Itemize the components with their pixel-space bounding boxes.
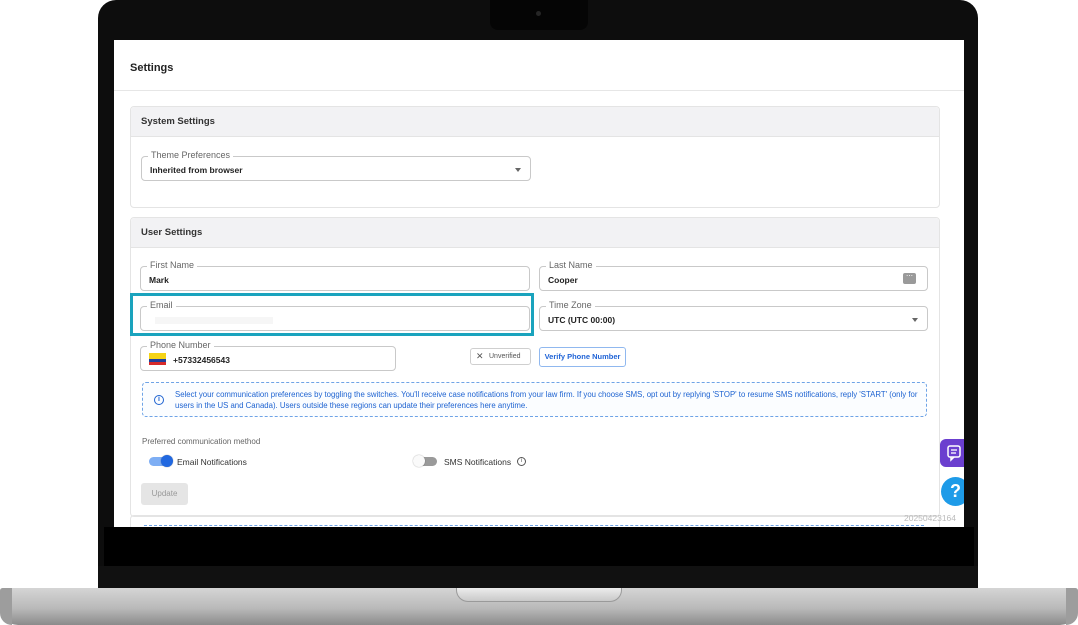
screen-bezel-bottom	[104, 527, 974, 567]
unverified-badge: ✕ Unverified	[470, 348, 531, 365]
screen: Settings System Settings Theme Preferenc…	[114, 40, 964, 527]
system-settings-title: System Settings	[141, 116, 215, 127]
user-settings-header: User Settings	[131, 218, 939, 248]
user-settings-title: User Settings	[141, 227, 203, 238]
verify-phone-button[interactable]: Verify Phone Number	[539, 347, 626, 367]
time-zone-select[interactable]: Time Zone UTC (UTC 00:00)	[539, 299, 928, 331]
chat-icon	[947, 445, 961, 462]
system-settings-card: System Settings Theme Preferences Inheri…	[130, 106, 940, 208]
phone-number-value: +57332456543	[173, 355, 230, 365]
theme-preferences-value: Inherited from browser	[150, 165, 243, 175]
webcam	[536, 11, 541, 16]
time-zone-label: Time Zone	[546, 299, 595, 311]
info-icon: i	[154, 395, 164, 405]
email-highlight-box	[130, 293, 534, 336]
sms-notifications-toggle[interactable]	[413, 455, 437, 467]
laptop-base-left	[0, 588, 12, 625]
info-icon[interactable]: i	[517, 457, 526, 466]
first-name-field[interactable]: First Name Mark	[140, 259, 530, 291]
toggle-knob	[413, 455, 425, 467]
email-notifications-label: Email Notifications	[177, 457, 247, 467]
phone-number-field[interactable]: Phone Number +57332456543	[140, 339, 396, 371]
close-icon: ✕	[476, 351, 484, 361]
more-icon[interactable]: ⋯	[903, 273, 916, 284]
colombia-flag-icon[interactable]	[149, 353, 166, 365]
phone-number-label: Phone Number	[147, 339, 214, 351]
toggle-knob	[161, 455, 173, 467]
laptop-base-right	[1066, 588, 1078, 625]
top-bar: Settings	[114, 40, 964, 91]
page-title: Settings	[130, 62, 174, 74]
info-text: Select your communication preferences by…	[175, 390, 918, 410]
system-settings-header: System Settings	[131, 107, 939, 137]
chevron-down-icon	[515, 168, 521, 172]
preferred-method-label: Preferred communication method	[142, 437, 261, 446]
email-notifications-toggle[interactable]	[149, 455, 173, 467]
divider	[144, 525, 924, 526]
laptop-opening-notch	[456, 588, 622, 602]
first-name-label: First Name	[147, 259, 198, 271]
theme-preferences-label: Theme Preferences	[148, 149, 234, 161]
info-banner: i Select your communication preferences …	[142, 382, 927, 417]
unverified-label: Unverified	[489, 353, 521, 360]
first-name-value: Mark	[149, 275, 169, 285]
last-name-value: Cooper	[548, 275, 578, 285]
time-zone-value: UTC (UTC 00:00)	[548, 315, 616, 325]
last-name-field[interactable]: Last Name Cooper ⋯	[539, 259, 928, 291]
theme-preferences-select[interactable]: Theme Preferences Inherited from browser	[141, 149, 531, 181]
help-button[interactable]: ?	[941, 477, 964, 506]
help-icon: ?	[950, 481, 961, 501]
chat-button[interactable]	[940, 439, 964, 467]
update-button[interactable]: Update	[141, 483, 188, 505]
chevron-down-icon	[912, 318, 918, 322]
last-name-label: Last Name	[546, 259, 596, 271]
sms-notifications-label: SMS Notifications	[444, 457, 512, 467]
build-id: 20250423164	[904, 513, 957, 523]
